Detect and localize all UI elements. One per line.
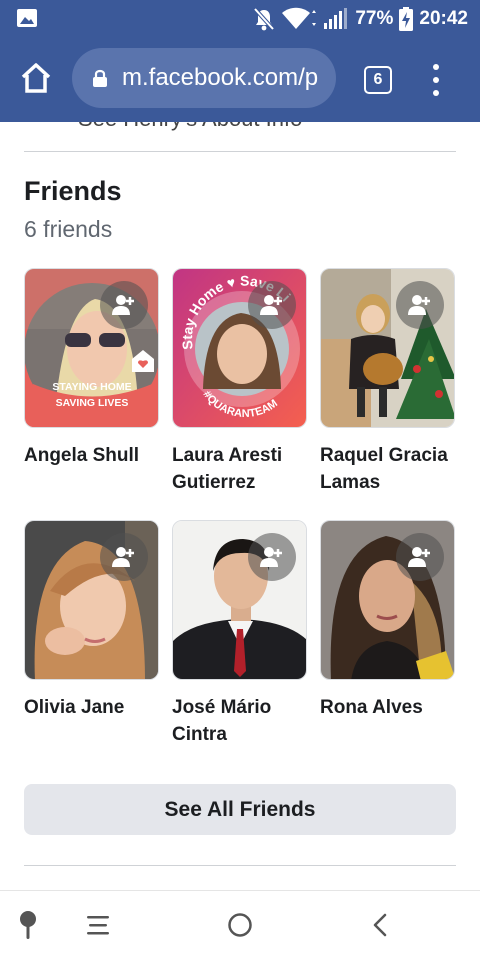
add-friend-icon[interactable]	[100, 533, 148, 581]
friend-name[interactable]: Angela Shull	[24, 442, 159, 469]
see-all-friends-button[interactable]: See All Friends	[24, 784, 456, 835]
clock-time: 20:42	[419, 8, 468, 29]
friend-name[interactable]: Olivia Jane	[24, 694, 159, 721]
friend-photo[interactable]	[320, 520, 455, 680]
home-circle-icon[interactable]	[220, 907, 260, 943]
gallery-notification-icon	[17, 9, 37, 27]
friend-photo[interactable]: Stay Home ♥ Save Li #QUARANTEAM	[172, 268, 307, 428]
address-bar[interactable]: m.facebook.com/p	[72, 48, 336, 108]
friend-name[interactable]: Laura Aresti Gutierrez	[172, 442, 307, 496]
friend-card[interactable]: Rona Alves	[320, 520, 455, 721]
friend-card[interactable]: Stay Home ♥ Save Li #QUARANTEAM Laura Ar…	[172, 268, 307, 496]
system-nav-bar	[0, 890, 480, 960]
lock-icon	[93, 69, 107, 87]
battery-percent: 77%	[355, 8, 394, 29]
friend-photo[interactable]: STAYING HOME SAVING LIVES	[24, 268, 159, 428]
battery-charging-icon	[399, 7, 414, 31]
add-friend-icon[interactable]	[396, 533, 444, 581]
friend-card[interactable]: Olivia Jane	[24, 520, 159, 721]
add-friend-icon[interactable]	[248, 281, 296, 329]
add-friend-icon[interactable]	[248, 533, 296, 581]
status-bar: 77% 20:42	[0, 0, 480, 38]
mute-icon	[253, 7, 275, 31]
friend-photo[interactable]	[172, 520, 307, 680]
url-text: m.facebook.com/p	[122, 64, 319, 91]
friend-card[interactable]: José Mário Cintra	[172, 520, 307, 748]
friends-heading: Friends	[24, 176, 122, 206]
friend-card[interactable]: STAYING HOME SAVING LIVES Angela Shull	[24, 268, 159, 469]
add-friend-icon[interactable]	[100, 281, 148, 329]
signal-icon	[324, 8, 348, 29]
friends-count: 6 friends	[24, 216, 113, 242]
friend-photo[interactable]	[24, 520, 159, 680]
assistant-icon[interactable]	[8, 907, 48, 943]
browser-toolbar: m.facebook.com/p 6	[0, 38, 480, 122]
wifi-icon	[282, 7, 317, 29]
friend-name[interactable]: José Mário Cintra	[172, 694, 307, 748]
home-icon[interactable]	[18, 60, 54, 96]
divider	[24, 865, 456, 866]
sticker-line2: SAVING LIVES	[56, 397, 129, 409]
sticker-line1: STAYING HOME	[52, 381, 131, 393]
back-icon[interactable]	[360, 907, 400, 943]
page-content: See Henry's About Info Friends 6 friends…	[0, 122, 480, 890]
friend-photo[interactable]	[320, 268, 455, 428]
overflow-menu-icon[interactable]	[426, 64, 446, 96]
tab-switcher-button[interactable]: 6	[364, 66, 392, 94]
friend-name[interactable]: Rona Alves	[320, 694, 455, 721]
add-friend-icon[interactable]	[396, 281, 444, 329]
about-info-link[interactable]: See Henry's About Info	[78, 122, 302, 132]
friend-name[interactable]: Raquel Gracia Lamas	[320, 442, 455, 496]
recents-icon[interactable]	[78, 907, 118, 943]
divider	[24, 151, 456, 152]
friend-card[interactable]: Raquel Gracia Lamas	[320, 268, 455, 496]
